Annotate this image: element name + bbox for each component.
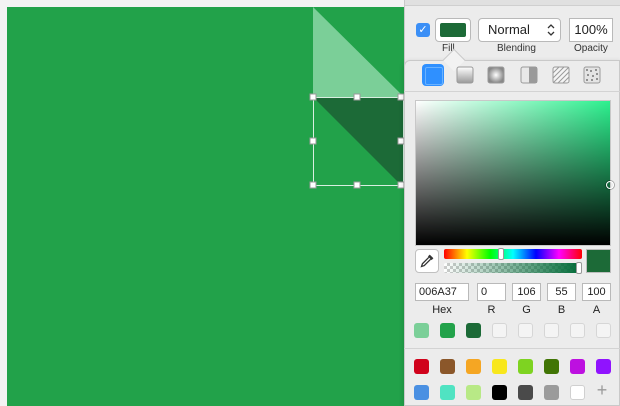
fill-type-tabs (414, 64, 614, 90)
angular-gradient-icon[interactable] (518, 64, 540, 86)
resize-handle (353, 93, 361, 101)
hex-input[interactable]: 006A37 (415, 283, 469, 301)
resize-handle (309, 137, 317, 145)
hue-slider[interactable] (444, 249, 582, 259)
global-color-swatch[interactable] (544, 359, 559, 374)
red-input[interactable]: 0 (477, 283, 506, 301)
opacity-input[interactable]: 100% (569, 18, 613, 42)
hue-slider-knob[interactable] (498, 248, 504, 260)
current-color-preview (586, 249, 611, 273)
global-color-swatch[interactable] (570, 359, 585, 374)
alpha-slider[interactable] (444, 263, 582, 273)
global-color-swatch[interactable] (466, 385, 481, 400)
global-color-swatch[interactable] (414, 359, 429, 374)
green-label: G (522, 304, 531, 316)
saturation-brightness-field[interactable] (415, 100, 611, 246)
alpha-label: A (592, 304, 601, 316)
global-color-swatch[interactable] (466, 359, 481, 374)
global-color-swatch[interactable] (440, 359, 455, 374)
fill-row-labels: Fill Blending Opacity (405, 43, 620, 55)
canvas-area[interactable] (0, 0, 404, 406)
empty-swatch-slot (596, 323, 611, 338)
fill-enabled-checkbox[interactable]: ✓ (416, 23, 430, 37)
alpha-input[interactable]: 100 (582, 283, 611, 301)
blue-input[interactable]: 55 (547, 283, 576, 301)
linear-gradient-icon[interactable] (454, 64, 476, 86)
blending-select[interactable]: Normal (478, 18, 561, 42)
empty-swatch-slot (544, 323, 559, 338)
document-color-swatch[interactable] (466, 323, 481, 338)
fill-color-preview (440, 23, 466, 37)
fills-section-header (405, 0, 620, 6)
global-color-swatch[interactable] (492, 385, 507, 400)
resize-handle (309, 93, 317, 101)
artboard[interactable] (7, 7, 404, 406)
document-color-swatch[interactable] (440, 323, 455, 338)
tab-divider (404, 91, 620, 92)
alpha-slider-knob[interactable] (576, 262, 582, 274)
solid-fill-tab[interactable] (422, 64, 444, 86)
empty-swatch-slot (518, 323, 533, 338)
resize-handle (353, 181, 361, 189)
empty-swatch-slot (492, 323, 507, 338)
add-color-icon[interactable]: + (595, 381, 609, 399)
eyedropper-icon (420, 254, 434, 268)
hex-label: Hex (432, 304, 452, 316)
red-label: R (487, 304, 496, 316)
opacity-label: Opacity (574, 43, 608, 54)
global-color-swatch[interactable] (492, 359, 507, 374)
blending-label: Blending (497, 43, 536, 54)
resize-handle (309, 181, 317, 189)
saturation-brightness-handle[interactable] (606, 181, 614, 189)
eyedropper-button[interactable] (415, 249, 439, 273)
document-color-swatch[interactable] (414, 323, 429, 338)
radial-gradient-icon[interactable] (485, 64, 507, 86)
up-down-chevron-icon (547, 24, 555, 36)
global-color-swatch[interactable] (596, 359, 611, 374)
blue-label: B (557, 304, 566, 316)
global-color-swatch[interactable] (570, 385, 585, 400)
fill-row: ✓ Normal 100% (405, 18, 620, 42)
global-color-swatch[interactable] (518, 359, 533, 374)
selection-box[interactable] (7, 7, 404, 406)
global-color-swatch[interactable] (414, 385, 429, 400)
global-color-swatch[interactable] (544, 385, 559, 400)
green-input[interactable]: 106 (512, 283, 541, 301)
global-color-swatch[interactable] (440, 385, 455, 400)
swatch-separator (404, 348, 620, 349)
fill-color-button[interactable] (435, 18, 471, 42)
global-color-swatch[interactable] (518, 385, 533, 400)
blending-value: Normal (488, 22, 530, 37)
noise-fill-icon[interactable] (581, 64, 603, 86)
pattern-fill-icon[interactable] (550, 64, 572, 86)
empty-swatch-slot (570, 323, 585, 338)
